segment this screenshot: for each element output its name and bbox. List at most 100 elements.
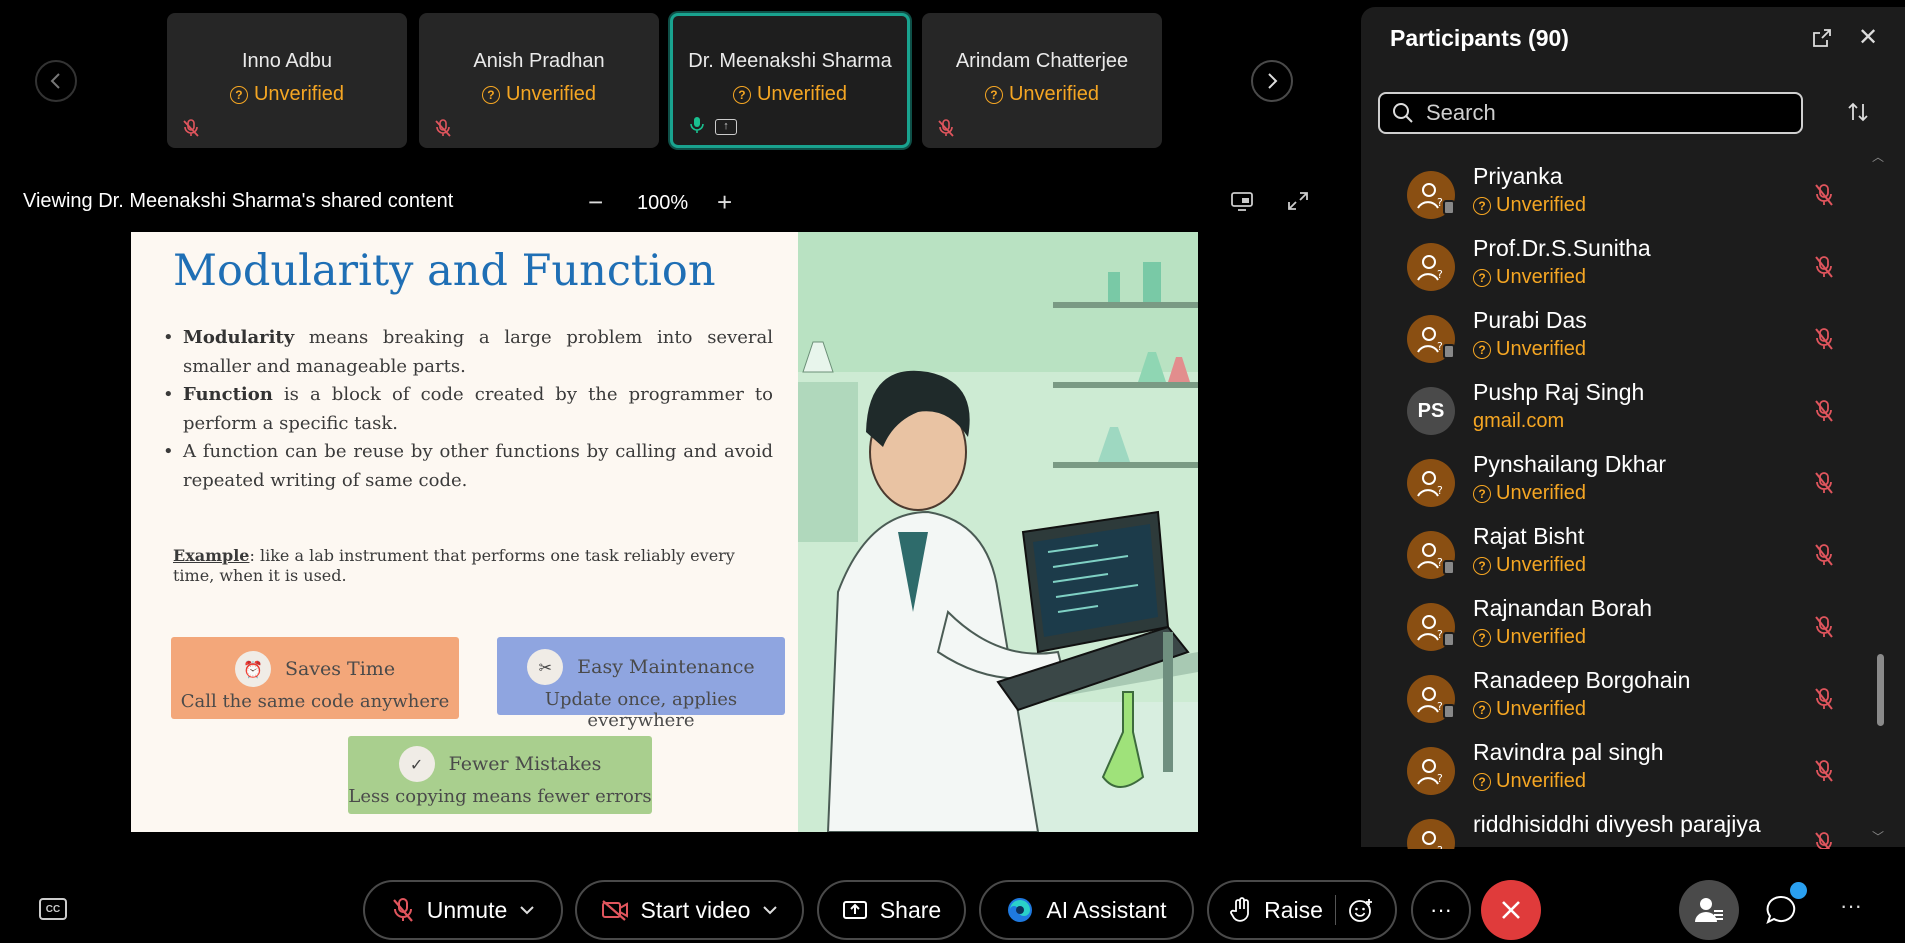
guest-user-icon: ? [1417,183,1443,209]
mobile-device-icon [1443,704,1455,719]
chevron-left-icon [50,73,60,89]
share-view-options-icon[interactable] [1230,190,1256,212]
scientist-lab-illustration [798,232,1198,832]
muted-mic-icon[interactable] [1813,471,1835,495]
participants-button[interactable] [1679,880,1739,940]
avatar: ? [1407,315,1455,363]
chat-notification-badge [1790,882,1807,899]
video-tile-active-speaker[interactable]: Dr. Meenakshi Sharma ? Unverified ↑ [670,13,910,148]
participant-status: ? Unverified [1473,770,1586,793]
participant-name: Priyanka [1473,163,1563,189]
raise-hand-button[interactable]: Raise [1207,880,1397,940]
video-tile[interactable]: Inno Adbu ? Unverified [167,13,407,148]
participant-row[interactable]: ? Ranadeep Borgohain ? Unverified [1407,663,1857,735]
participant-name: riddhisiddhi divyesh parajiya [1473,811,1761,837]
start-video-button[interactable]: Start video [575,880,804,940]
participant-list-scrollbar[interactable] [1877,654,1884,726]
question-icon: ? [229,85,248,104]
muted-mic-icon[interactable] [1813,255,1835,279]
question-icon: ? [984,85,1003,104]
svg-text:?: ? [1437,484,1443,497]
zoom-out-button[interactable]: − [588,187,603,218]
question-icon: ? [481,85,500,104]
card-saves-time: ⏰ Saves Time Call the same code anywhere [171,637,459,719]
tile-name: Inno Adbu [241,50,333,72]
overflow-menu-button[interactable]: ··· [1840,893,1862,919]
muted-mic-icon[interactable] [1813,687,1835,711]
participant-status: ? Unverified [1473,194,1586,217]
guest-user-icon: ? [1417,687,1443,713]
muted-mic-icon[interactable] [1813,543,1835,567]
muted-mic-icon [938,119,954,137]
search-input[interactable] [1426,100,1786,126]
muted-mic-icon[interactable] [1813,183,1835,207]
avatar: ? [1407,531,1455,579]
bullet-item: Function is a block of code created by t… [163,381,773,438]
tile-name: Dr. Meenakshi Sharma [688,50,892,72]
participant-row[interactable]: ? Purabi Das ? Unverified [1407,303,1857,375]
ai-assistant-icon [1008,898,1033,922]
svg-text:?: ? [1437,844,1443,849]
guest-user-icon: ? [1417,471,1443,497]
chat-icon[interactable] [1764,893,1798,927]
search-icon [1393,103,1413,123]
shared-slide: Modularity and Function Modularity means… [131,232,798,832]
participant-row[interactable]: ? Ravindra pal singh ? Unverified [1407,735,1857,807]
question-icon: ? [1473,556,1491,575]
question-icon: ? [1473,196,1491,215]
question-icon: ? [1473,700,1491,719]
ai-assistant-button[interactable]: AI Assistant [979,880,1194,940]
chevron-down-icon[interactable] [519,905,535,915]
scroll-down-arrow[interactable]: ﹀ [1872,828,1884,845]
chevron-down-icon[interactable] [762,905,778,915]
next-tiles-button[interactable] [1251,60,1293,102]
participant-status: ? Unverified [1473,482,1586,505]
participant-row[interactable]: ? Pynshailang Dkhar ? Unverified [1407,447,1857,519]
avatar: ? [1407,819,1455,849]
tile-status: ? Unverified [922,83,1162,106]
participant-row[interactable]: ? Priyanka ? Unverified [1407,159,1857,231]
avatar: ? [1407,243,1455,291]
tile-status: ? Unverified [167,83,407,106]
video-tile[interactable]: Arindam Chatterjee ? Unverified [922,13,1162,148]
closed-captions-button[interactable]: CC [39,898,67,920]
previous-tiles-button[interactable] [35,60,77,102]
reactions-icon[interactable] [1348,897,1374,923]
slide-title: Modularity and Function [173,246,716,296]
leave-meeting-button[interactable] [1481,880,1541,940]
avatar: ? [1407,459,1455,507]
popout-icon[interactable] [1811,27,1833,49]
muted-mic-icon [435,119,451,137]
sort-icon[interactable] [1846,100,1870,124]
more-options-button[interactable]: ··· [1411,880,1471,940]
close-icon [1502,901,1520,919]
guest-user-icon: ? [1417,543,1443,569]
guest-user-icon: ? [1417,615,1443,641]
participant-name: Purabi Das [1473,307,1587,333]
muted-mic-icon[interactable] [1813,831,1835,849]
participant-row[interactable]: ? riddhisiddhi divyesh parajiya [1407,807,1857,849]
scroll-up-arrow[interactable]: ︿ [1872,148,1884,165]
participant-row[interactable]: PS Pushp Raj Singh gmail.com [1407,375,1857,447]
muted-mic-icon[interactable] [1813,759,1835,783]
tile-name: Arindam Chatterjee [955,50,1129,72]
participant-row[interactable]: ? Rajnandan Borah ? Unverified [1407,591,1857,663]
participant-search[interactable] [1378,92,1803,134]
video-tile[interactable]: Anish Pradhan ? Unverified [419,13,659,148]
participants-title: Participants (90) [1390,25,1569,51]
muted-mic-icon[interactable] [1813,399,1835,423]
participant-name: Prof.Dr.S.Sunitha [1473,235,1651,261]
muted-mic-icon[interactable] [1813,615,1835,639]
muted-mic-icon[interactable] [1813,327,1835,351]
close-icon[interactable]: ✕ [1858,23,1878,52]
share-button[interactable]: Share [817,880,966,940]
fullscreen-icon[interactable] [1285,190,1311,212]
bullet-item: Modularity means breaking a large proble… [163,324,773,381]
participant-row[interactable]: ? Rajat Bisht ? Unverified [1407,519,1857,591]
participant-row[interactable]: ? Prof.Dr.S.Sunitha ? Unverified [1407,231,1857,303]
mobile-device-icon [1443,344,1455,359]
zoom-in-button[interactable]: + [717,187,732,218]
question-icon: ? [1473,772,1491,791]
unmute-button[interactable]: Unmute [363,880,563,940]
question-icon: ? [732,85,751,104]
